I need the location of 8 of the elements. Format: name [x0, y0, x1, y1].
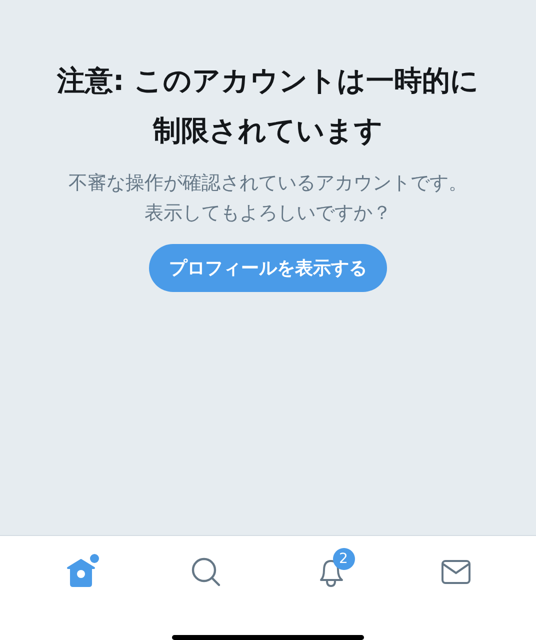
mail-icon	[440, 559, 470, 585]
warning-title: 注意: このアカウントは一時的に制限されています	[56, 63, 480, 149]
home-icon	[66, 557, 96, 587]
warning-message: 不審な操作が確認されているアカウントです。表示してもよろしいですか？	[68, 171, 468, 226]
search-icon	[190, 557, 220, 587]
tab-bar-item[interactable]: 2	[300, 548, 360, 596]
notification-count: 2	[332, 548, 354, 570]
view-profile-button[interactable]: プロフィールを表示する	[149, 244, 387, 292]
